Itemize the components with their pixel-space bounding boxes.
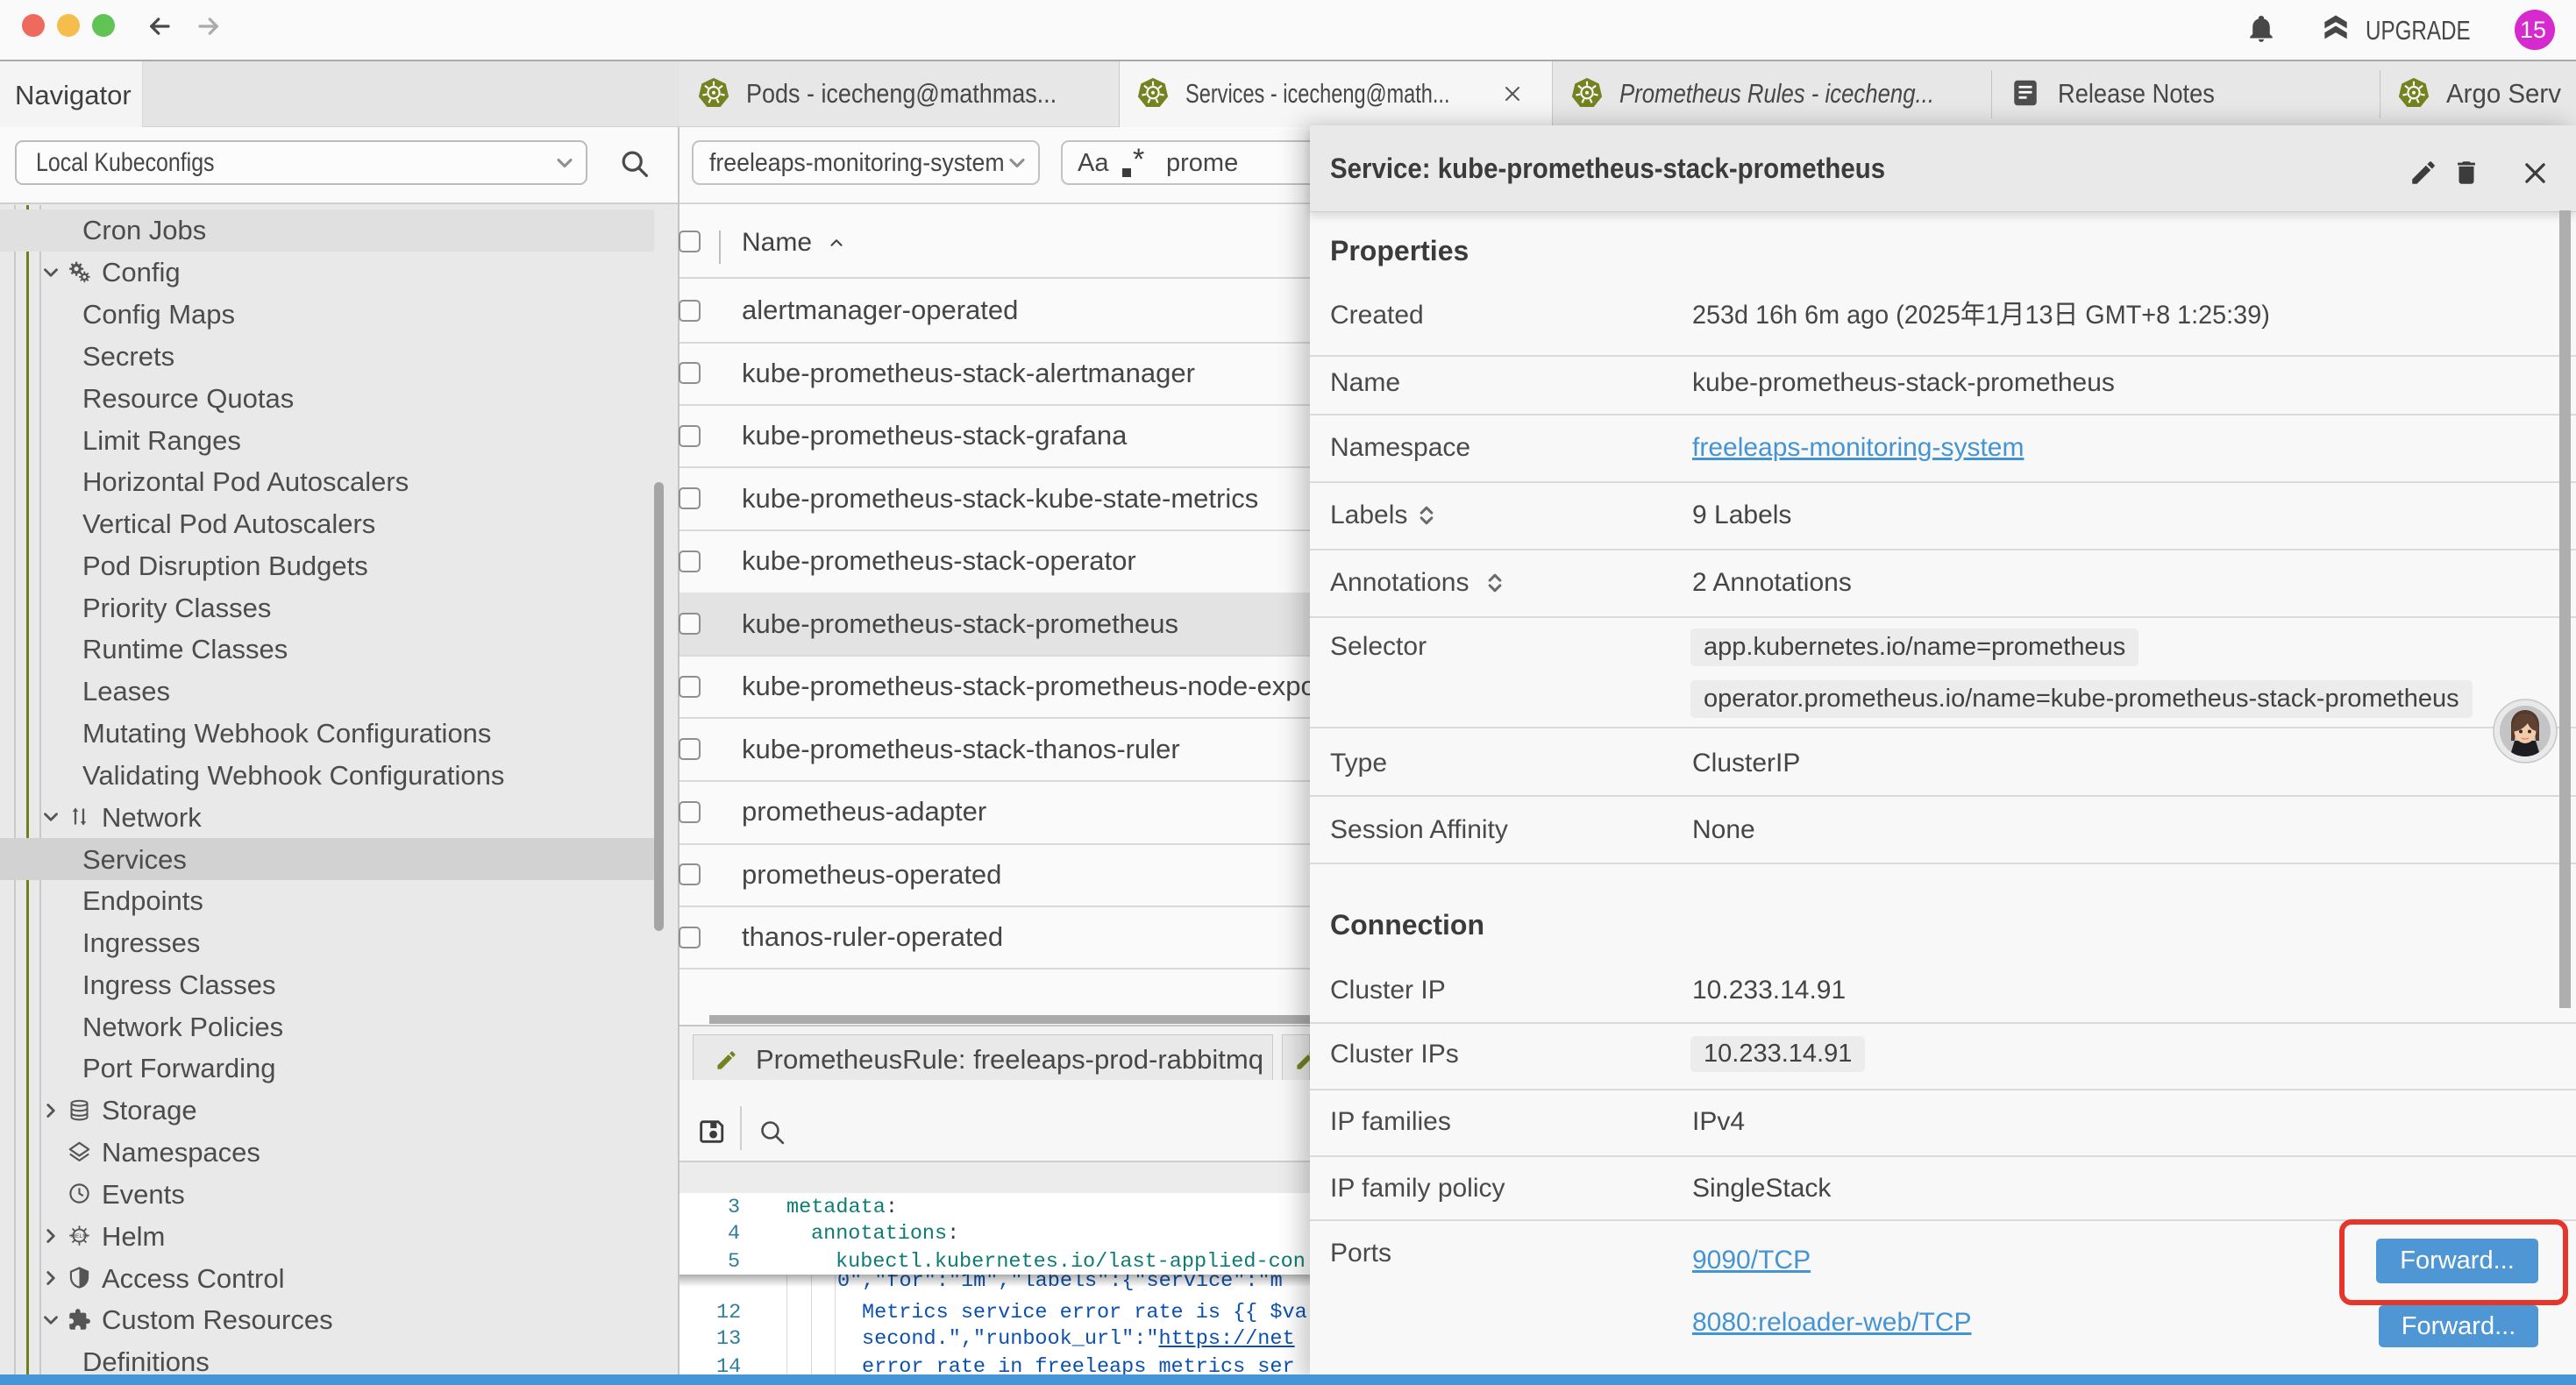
svg-text:HELM: HELM: [71, 1233, 88, 1239]
